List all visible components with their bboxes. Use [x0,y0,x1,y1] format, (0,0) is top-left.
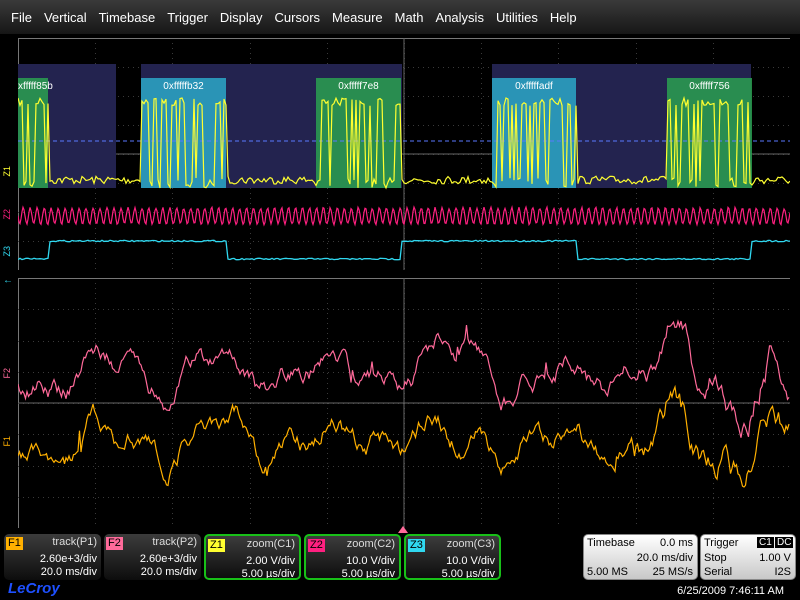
channel-panel-f2[interactable]: F2 track(P2) 2.60e+3/div 20.0 ms/div [104,534,201,580]
timebase-label: Timebase [587,537,635,549]
channel-badge: Z3 [408,539,425,552]
timebase-samples: 5.00 MS [587,566,628,578]
menu-cursors[interactable]: Cursors [275,10,321,25]
zoom-grid[interactable]: xfffff85b 0xfffffb32 0xfffff7e8 0xfffffadf 0… [17,38,791,271]
menu-math[interactable]: Math [395,10,424,25]
channel-panel-z2[interactable]: Z2 zoom(C2) 10.0 V/div 5.00 µs/div [304,534,401,580]
lecroy-logo: LeCroy [8,580,60,597]
channel-horizontal-scale: 5.00 µs/div [441,568,495,580]
channel-vertical-scale: 10.0 V/div [346,555,395,567]
menu-trigger[interactable]: Trigger [167,10,208,25]
channel-vertical-scale: 10.0 V/div [446,555,495,567]
trigger-protocol: I2S [774,566,791,578]
menu-file[interactable]: File [11,10,32,25]
channel-horizontal-scale: 5.00 µs/div [241,568,295,580]
channel-horizontal-scale: 20.0 ms/div [40,566,97,578]
channel-source: track(P1) [52,536,97,548]
f2-channel-label: F2 [2,368,12,379]
channel-badge: Z2 [308,539,325,552]
z1-channel-label: Z1 [2,166,12,177]
channel-vertical-scale: 2.00 V/div [246,555,295,567]
channel-vertical-scale: 2.60e+3/div [139,553,197,565]
channel-badge: F1 [6,537,23,550]
trigger-panel[interactable]: Trigger C1 DC Stop 1.00 V Serial I2S [700,534,796,580]
trigger-position-marker-icon [398,526,408,533]
menu-measure[interactable]: Measure [332,10,383,25]
menu-timebase[interactable]: Timebase [99,10,156,25]
channel-horizontal-scale: 5.00 µs/div [341,568,395,580]
zoom-waveform-display: xfffff85b 0xfffffb32 0xfffff7e8 0xfffffadf 0… [17,38,791,271]
menu-help[interactable]: Help [550,10,577,25]
track-grid[interactable] [17,278,791,529]
menu-bar: File Vertical Timebase Trigger Display Cursor… [0,0,800,34]
channel-source: track(P2) [152,536,197,548]
trigger-coupling-badge: DC [775,537,794,548]
arrow-left-icon: ← [3,275,13,286]
timebase-per-div: 20.0 ms/div [636,552,693,564]
decode-packet-label: 0xfffff7e8 [338,81,379,92]
trigger-mode: Stop [704,552,727,564]
channel-horizontal-scale: 20.0 ms/div [140,566,197,578]
decode-packet-label: 0xfffffb32 [163,81,204,92]
channel-panel-f1[interactable]: F1 track(P1) 2.60e+3/div 20.0 ms/div [4,534,101,580]
z2-channel-label: Z2 [2,209,12,220]
decode-packet-label: 0xfffff756 [689,81,730,92]
timebase-rate: 25 MS/s [652,566,693,578]
channel-badge: Z1 [208,539,225,552]
decode-packet-label: xfffff85b [18,81,53,92]
menu-analysis[interactable]: Analysis [436,10,484,25]
channel-vertical-scale: 2.60e+3/div [39,553,97,565]
decode-packet-label: 0xfffffadf [515,81,553,92]
channel-panel-z1[interactable]: Z1 zoom(C1) 2.00 V/div 5.00 µs/div [204,534,301,580]
graticule [18,278,791,529]
trigger-label: Trigger [704,537,739,549]
date-time: 6/25/2009 7:46:11 AM [677,585,784,597]
timebase-panel[interactable]: Timebase 0.0 ms 20.0 ms/div 5.00 MS 25 M… [583,534,698,580]
menu-display[interactable]: Display [220,10,263,25]
channel-panel-z3[interactable]: Z3 zoom(C3) 10.0 V/div 5.00 µs/div [404,534,501,580]
f1-channel-label: F1 [2,436,12,447]
channel-source: zoom(C3) [446,538,495,550]
z3-channel-label: Z3 [2,246,12,257]
track-waveform-display [17,278,791,529]
menu-vertical[interactable]: Vertical [44,10,87,25]
channel-source: zoom(C1) [246,538,295,550]
channel-source: zoom(C2) [346,538,395,550]
trigger-source-badge: C1 [757,537,774,548]
timebase-offset: 0.0 ms [659,537,693,549]
channel-badge: F2 [106,537,123,550]
menu-utilities[interactable]: Utilities [496,10,538,25]
trigger-type: Serial [704,566,733,578]
trigger-level: 1.00 V [759,552,791,564]
